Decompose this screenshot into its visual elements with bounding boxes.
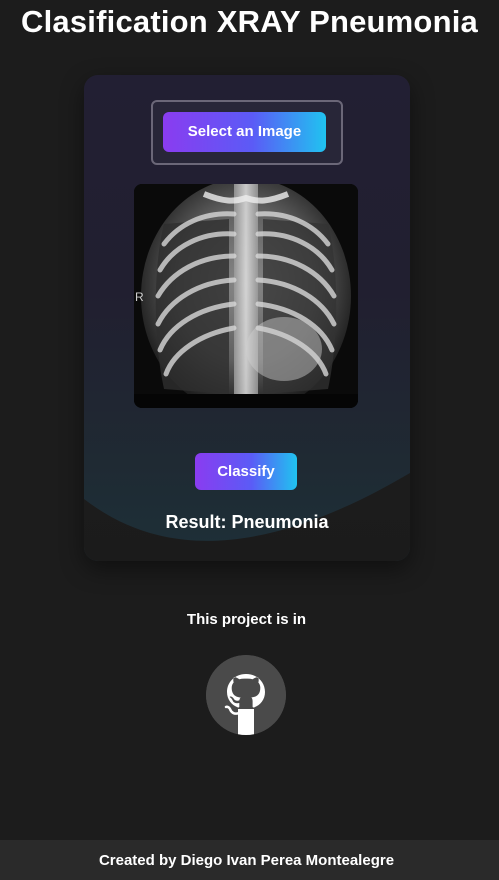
footer: Created by Diego Ivan Perea Montealegre: [0, 840, 499, 880]
footer-credit: Created by Diego Ivan Perea Montealegre: [98, 852, 395, 869]
xray-illustration: R: [134, 184, 358, 408]
result-text: Result: Pneumonia: [165, 512, 329, 532]
github-icon: [206, 655, 286, 735]
classifier-card: Select an Image R Classify Result: Pneum…: [84, 75, 410, 561]
project-location-text: This project is in: [186, 611, 307, 628]
xray-side-marker: R: [135, 290, 144, 304]
page: Clasification XRAY Pneumonia Select an I…: [0, 0, 499, 880]
page-title: Clasification XRAY Pneumonia: [21, 4, 478, 39]
classify-button[interactable]: Classify: [195, 453, 297, 490]
select-image-button[interactable]: Select an Image: [163, 112, 326, 152]
xray-image: R: [134, 184, 358, 408]
github-link[interactable]: [206, 655, 286, 735]
